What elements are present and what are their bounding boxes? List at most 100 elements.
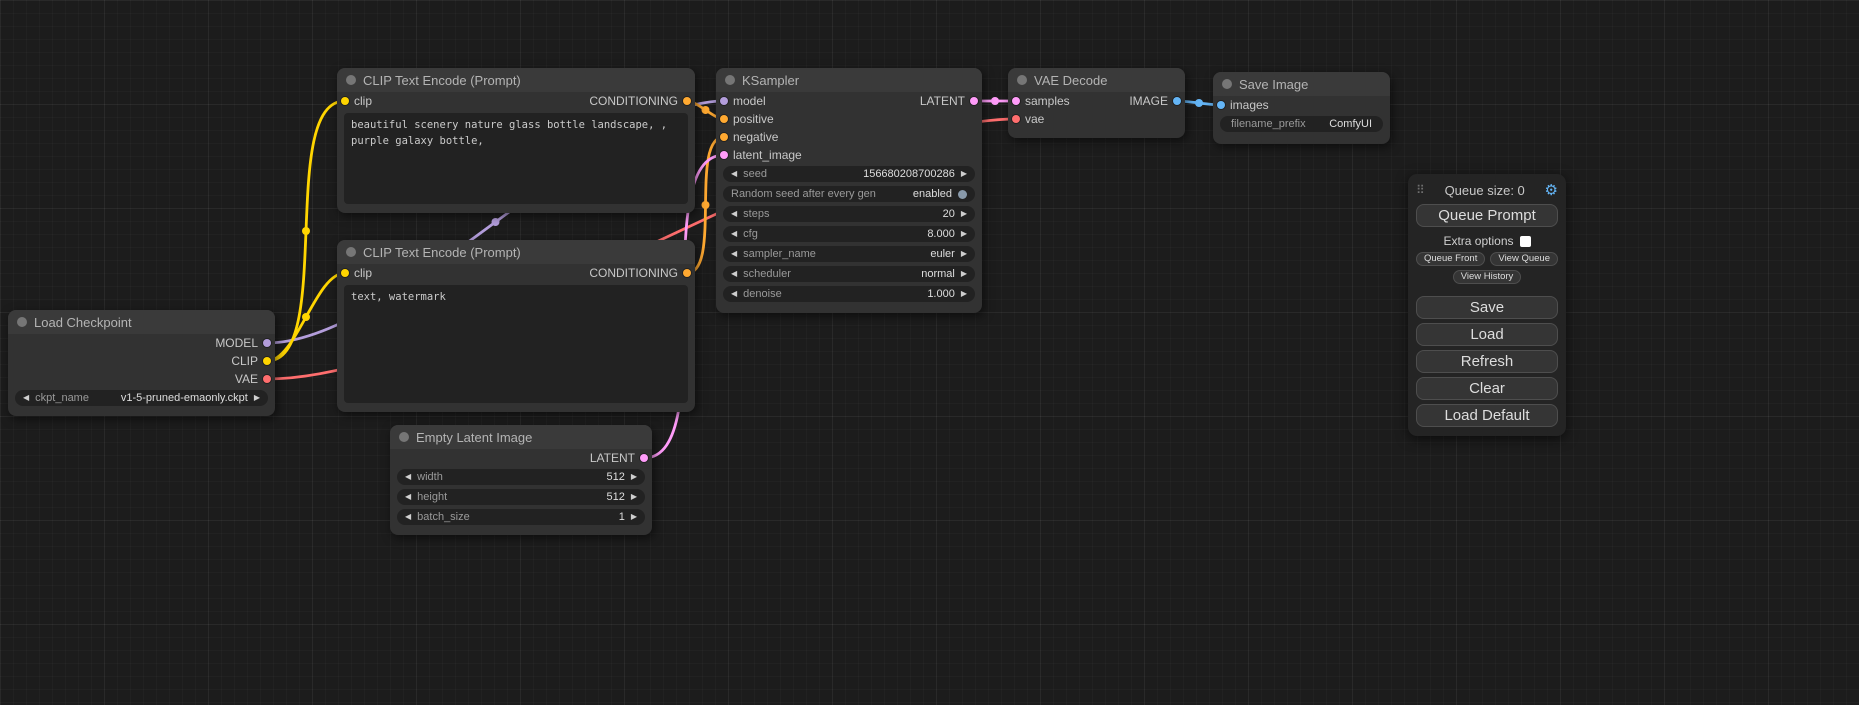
slot-negative-input[interactable]: [720, 133, 728, 141]
refresh-button[interactable]: Refresh: [1416, 350, 1558, 373]
decrement-arrow-icon[interactable]: ◀: [731, 250, 737, 258]
widget-batch_size[interactable]: ◀batch_size1▶: [397, 509, 645, 525]
decrement-arrow-icon[interactable]: ◀: [731, 290, 737, 298]
slot-samples-input[interactable]: [1012, 97, 1020, 105]
node-graph-canvas[interactable]: Load CheckpointMODELCLIPVAE◀ckpt_namev1-…: [0, 0, 1859, 705]
node-clip-encode-positive[interactable]: CLIP Text Encode (Prompt)clipCONDITIONIN…: [337, 68, 695, 213]
node-titlebar[interactable]: KSampler: [716, 68, 982, 92]
slot-CONDITIONING-output[interactable]: [683, 269, 691, 277]
increment-arrow-icon[interactable]: ▶: [961, 250, 967, 258]
node-titlebar[interactable]: VAE Decode: [1008, 68, 1185, 92]
decrement-arrow-icon[interactable]: ◀: [23, 394, 29, 402]
decrement-arrow-icon[interactable]: ◀: [731, 170, 737, 178]
widget-ckpt_name[interactable]: ◀ckpt_namev1-5-pruned-emaonly.ckpt▶: [15, 390, 268, 406]
toggle-dot[interactable]: [958, 190, 967, 199]
extra-options-checkbox[interactable]: [1520, 236, 1531, 247]
node-save-image[interactable]: Save Imageimagesfilename_prefixComfyUI: [1213, 72, 1390, 144]
slot-VAE-output[interactable]: [263, 375, 271, 383]
slot-clip-input[interactable]: [341, 269, 349, 277]
slot-latent_image-input[interactable]: [720, 151, 728, 159]
widget-value: 20: [943, 208, 955, 220]
slot-row: MODEL: [8, 334, 275, 352]
settings-gear-icon[interactable]: ⚙: [1545, 183, 1558, 198]
node-titlebar[interactable]: CLIP Text Encode (Prompt): [337, 68, 695, 92]
widget-Random seed after every gen[interactable]: Random seed after every genenabled: [723, 186, 975, 202]
node-titlebar[interactable]: Load Checkpoint: [8, 310, 275, 334]
widget-label: sampler_name: [743, 248, 816, 260]
nodes-layer: Load CheckpointMODELCLIPVAE◀ckpt_namev1-…: [0, 0, 1859, 705]
slot-clip-input[interactable]: [341, 97, 349, 105]
slot-row: negative: [716, 128, 982, 146]
decrement-arrow-icon[interactable]: ◀: [405, 493, 411, 501]
node-titlebar[interactable]: Empty Latent Image: [390, 425, 652, 449]
widget-cfg[interactable]: ◀cfg8.000▶: [723, 226, 975, 242]
collapse-dot-icon[interactable]: [725, 75, 735, 85]
collapse-dot-icon[interactable]: [399, 432, 409, 442]
increment-arrow-icon[interactable]: ▶: [631, 493, 637, 501]
decrement-arrow-icon[interactable]: ◀: [731, 270, 737, 278]
drag-handle-icon[interactable]: ⠿: [1416, 183, 1425, 197]
widget-scheduler[interactable]: ◀schedulernormal▶: [723, 266, 975, 282]
node-body: clipCONDITIONINGbeautiful scenery nature…: [337, 92, 695, 213]
widget-height[interactable]: ◀height512▶: [397, 489, 645, 505]
collapse-dot-icon[interactable]: [1222, 79, 1232, 89]
node-titlebar[interactable]: Save Image: [1213, 72, 1390, 96]
decrement-arrow-icon[interactable]: ◀: [405, 513, 411, 521]
node-titlebar[interactable]: CLIP Text Encode (Prompt): [337, 240, 695, 264]
slot-LATENT-output[interactable]: [640, 454, 648, 462]
collapse-dot-icon[interactable]: [17, 317, 27, 327]
widget-sampler_name[interactable]: ◀sampler_nameeuler▶: [723, 246, 975, 262]
widget-denoise[interactable]: ◀denoise1.000▶: [723, 286, 975, 302]
load-default-button[interactable]: Load Default: [1416, 404, 1558, 427]
node-title-label: Save Image: [1239, 77, 1308, 92]
slot-IMAGE-output[interactable]: [1173, 97, 1181, 105]
widget-width[interactable]: ◀width512▶: [397, 469, 645, 485]
node-body: MODELCLIPVAE◀ckpt_namev1-5-pruned-emaonl…: [8, 334, 275, 416]
node-clip-encode-negative[interactable]: CLIP Text Encode (Prompt)clipCONDITIONIN…: [337, 240, 695, 412]
node-title-label: VAE Decode: [1034, 73, 1107, 88]
increment-arrow-icon[interactable]: ▶: [961, 270, 967, 278]
increment-arrow-icon[interactable]: ▶: [631, 513, 637, 521]
view-queue-button[interactable]: View Queue: [1490, 252, 1558, 266]
increment-arrow-icon[interactable]: ▶: [631, 473, 637, 481]
prompt-textarea[interactable]: text, watermark: [344, 285, 688, 403]
output-slot-label: CONDITIONING: [589, 94, 678, 108]
increment-arrow-icon[interactable]: ▶: [961, 290, 967, 298]
decrement-arrow-icon[interactable]: ◀: [405, 473, 411, 481]
input-slot-label: positive: [733, 112, 774, 126]
slot-LATENT-output[interactable]: [970, 97, 978, 105]
slot-model-input[interactable]: [720, 97, 728, 105]
save-button[interactable]: Save: [1416, 296, 1558, 319]
widget-steps[interactable]: ◀steps20▶: [723, 206, 975, 222]
decrement-arrow-icon[interactable]: ◀: [731, 230, 737, 238]
slot-CLIP-output[interactable]: [263, 357, 271, 365]
slot-images-input[interactable]: [1217, 101, 1225, 109]
load-button[interactable]: Load: [1416, 323, 1558, 346]
widget-filename_prefix[interactable]: filename_prefixComfyUI: [1220, 116, 1383, 132]
node-vae-decode[interactable]: VAE DecodesamplesIMAGEvae: [1008, 68, 1185, 138]
queue-prompt-button[interactable]: Queue Prompt: [1416, 204, 1558, 227]
node-empty-latent[interactable]: Empty Latent ImageLATENT◀width512▶◀heigh…: [390, 425, 652, 535]
increment-arrow-icon[interactable]: ▶: [961, 230, 967, 238]
view-history-button[interactable]: View History: [1453, 270, 1522, 284]
prompt-textarea[interactable]: beautiful scenery nature glass bottle la…: [344, 113, 688, 204]
queue-front-button[interactable]: Queue Front: [1416, 252, 1485, 266]
collapse-dot-icon[interactable]: [346, 75, 356, 85]
slot-vae-input[interactable]: [1012, 115, 1020, 123]
widget-seed[interactable]: ◀seed156680208700286▶: [723, 166, 975, 182]
slot-MODEL-output[interactable]: [263, 339, 271, 347]
node-ksampler[interactable]: KSamplermodelLATENTpositivenegativelaten…: [716, 68, 982, 313]
slot-row: latent_image: [716, 146, 982, 164]
node-load-checkpoint[interactable]: Load CheckpointMODELCLIPVAE◀ckpt_namev1-…: [8, 310, 275, 416]
increment-arrow-icon[interactable]: ▶: [961, 210, 967, 218]
increment-arrow-icon[interactable]: ▶: [961, 170, 967, 178]
slot-CONDITIONING-output[interactable]: [683, 97, 691, 105]
slot-positive-input[interactable]: [720, 115, 728, 123]
clear-button[interactable]: Clear: [1416, 377, 1558, 400]
collapse-dot-icon[interactable]: [1017, 75, 1027, 85]
decrement-arrow-icon[interactable]: ◀: [731, 210, 737, 218]
output-slot-label: LATENT: [920, 94, 965, 108]
increment-arrow-icon[interactable]: ▶: [254, 394, 260, 402]
widget-value: v1-5-pruned-emaonly.ckpt: [121, 392, 248, 404]
collapse-dot-icon[interactable]: [346, 247, 356, 257]
